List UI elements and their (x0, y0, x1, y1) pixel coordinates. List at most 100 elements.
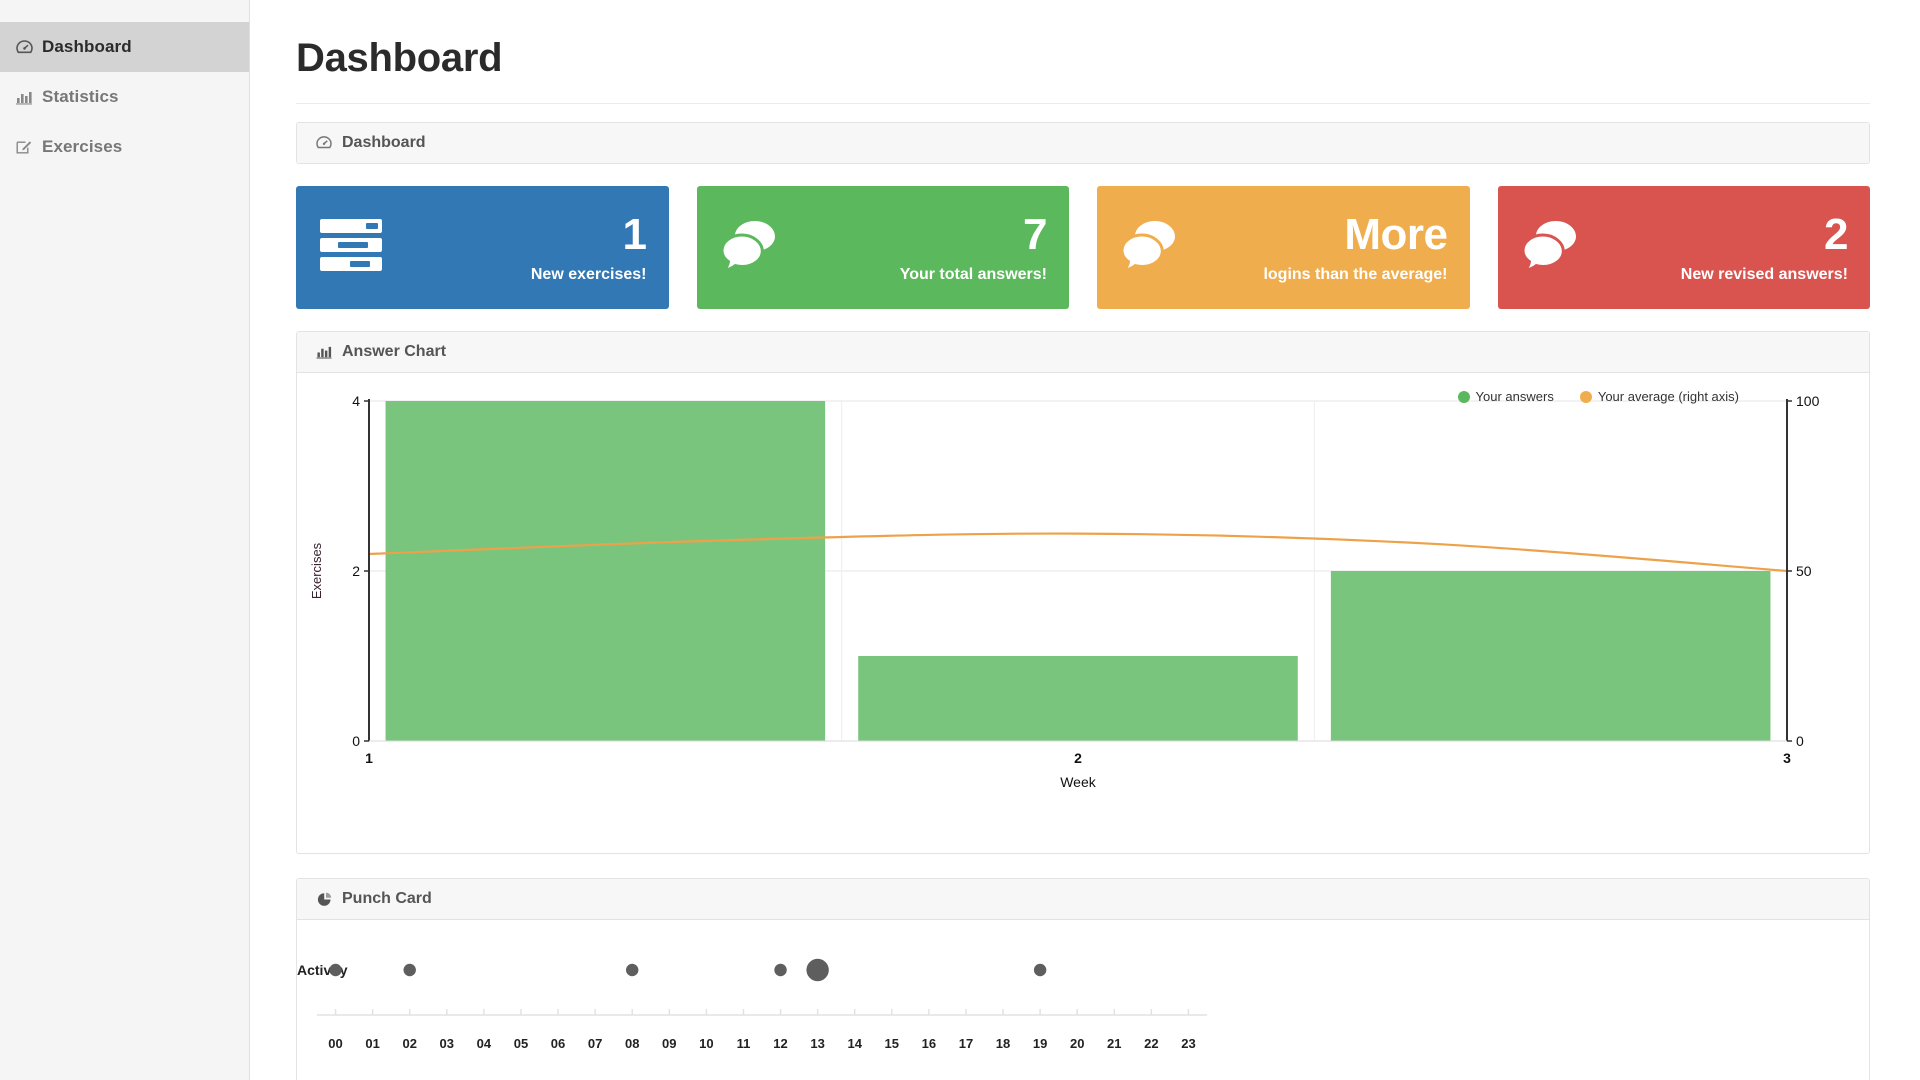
edit-icon (15, 139, 33, 155)
answer-chart-panel: Answer Chart Your answers Your average (… (296, 331, 1870, 854)
y-tick-label: 2 (352, 563, 360, 579)
stat-card-text: 7 Your total answers! (899, 209, 1048, 283)
punch-card-plot: Activity00 01 02 03 04 05 06 07 08 09 10 11 12 13 14 15… (297, 958, 1207, 1051)
punch-dot[interactable] (806, 958, 829, 982)
sidebar: Dashboard Statistics Exercises (0, 0, 250, 1080)
sidebar-item-exercises[interactable]: Exercises (0, 122, 249, 172)
sidebar-item-label: Exercises (42, 137, 123, 156)
punch-dot[interactable] (1033, 963, 1047, 977)
punch-hour-label: 00 (328, 1036, 342, 1051)
punch-card-panel: Punch Card Activity 00 01 02 03 04 05 06 07 08 09 1… (296, 878, 1870, 1080)
y2-tick-label: 100 (1796, 393, 1820, 409)
legend-label: Your answers (1475, 389, 1554, 404)
stat-card-new-exercises[interactable]: 1 New exercises! (296, 186, 669, 309)
main-content: Dashboard Dashboard 1 New exercises! 7 Y… (250, 0, 1920, 1080)
punch-hour-label: 14 (847, 1036, 862, 1051)
stat-card-text: 1 New exercises! (530, 209, 647, 283)
y2-tick-label: 0 (1796, 733, 1804, 749)
punch-hour-label: 01 (365, 1036, 379, 1051)
stat-cards: 1 New exercises! 7 Your total answers! M… (296, 186, 1870, 309)
punch-hour-label: 05 (514, 1036, 528, 1051)
punch-hour-label: 03 (440, 1036, 454, 1051)
sidebar-item-label: Dashboard (42, 37, 132, 56)
punch-card-body: Activity 00 01 02 03 04 05 06 07 08 09 10 11 12 13 14 15… (297, 920, 1869, 1080)
punch-card-header: Punch Card (297, 879, 1869, 920)
stat-card-value: More (1344, 209, 1448, 259)
chart-bar (385, 401, 826, 741)
legend-item-your-answers: Your answers (1457, 389, 1554, 404)
punch-hour-label: 07 (588, 1036, 602, 1051)
answer-chart-plot: 0 2 4 0 50 100 1 2 3 Week Exercises (309, 393, 1820, 790)
stat-card-label: Your total answers! (899, 265, 1047, 283)
punch-dot[interactable] (626, 963, 639, 977)
chart-bar (858, 656, 1298, 741)
x-tick-label: 3 (1783, 750, 1791, 766)
comments-icon (1519, 217, 1588, 278)
y2-tick-label: 50 (1796, 563, 1812, 579)
punch-hour-label: 17 (959, 1036, 973, 1051)
punch-dot[interactable] (774, 963, 787, 977)
punch-hour-label: 18 (996, 1036, 1010, 1051)
chart-bar (1330, 571, 1771, 741)
app-root: Dashboard Statistics Exercises Dashboard… (0, 0, 1920, 1080)
page-title: Dashboard (296, 36, 503, 80)
comments-icon (718, 217, 787, 278)
punch-hour-label: 22 (1144, 1036, 1158, 1051)
legend-item-your-average: Your average (right axis) (1579, 389, 1739, 404)
punch-hour-label: 16 (922, 1036, 936, 1051)
punch-hour-label: 20 (1070, 1036, 1084, 1051)
x-tick-label: 1 (365, 750, 373, 766)
comments-icon (1119, 217, 1187, 278)
punch-dot[interactable] (329, 963, 342, 977)
y-tick-label: 4 (352, 393, 360, 409)
punch-hour-label: 09 (662, 1036, 676, 1051)
stat-card-logins[interactable]: More logins than the average! (1097, 186, 1470, 309)
dashboard-icon (315, 135, 333, 151)
stat-card-value: 2 (1824, 209, 1848, 259)
chart-legend: Your answers Your average (right axis) (1457, 389, 1739, 404)
punch-hour-label: 19 (1033, 1036, 1047, 1051)
punch-hour-label: 11 (737, 1036, 751, 1051)
punch-hour-label: 13 (810, 1036, 824, 1051)
answer-chart-body: Your answers Your average (right axis) 0… (297, 373, 1869, 853)
breadcrumb-label: Dashboard (342, 134, 426, 151)
stat-card-label: New revised answers! (1680, 265, 1848, 283)
pie-chart-icon (315, 891, 333, 907)
bar-chart-icon (315, 344, 333, 360)
punch-hour-label: 06 (551, 1036, 565, 1051)
punch-hour-label: 10 (699, 1036, 713, 1051)
dashboard-icon (15, 39, 33, 55)
y-tick-label: 0 (352, 733, 360, 749)
x-tick-label: 2 (1074, 750, 1082, 766)
stat-card-label: logins than the average! (1263, 265, 1448, 283)
sidebar-item-statistics[interactable]: Statistics (0, 72, 249, 122)
x-axis-label: Week (1060, 774, 1097, 790)
punch-dot[interactable] (403, 963, 416, 977)
stat-card-total-answers[interactable]: 7 Your total answers! (696, 186, 1069, 309)
sidebar-item-label: Statistics (42, 87, 119, 106)
title-divider (296, 103, 1870, 104)
breadcrumb-panel: Dashboard (296, 122, 1870, 164)
legend-label: Your average (right axis) (1597, 389, 1739, 404)
punch-hour-label: 04 (477, 1036, 492, 1051)
tasks-icon (320, 217, 382, 278)
y-axis-label: Exercises (309, 542, 324, 599)
breadcrumb: Dashboard (297, 123, 1869, 163)
answer-chart-header: Answer Chart (297, 332, 1869, 373)
bar-chart-icon (15, 89, 33, 105)
stat-card-label: New exercises! (530, 265, 647, 283)
stat-card-text: 2 New revised answers! (1680, 209, 1849, 283)
punch-hour-label: 21 (1107, 1036, 1121, 1051)
stat-card-revised-answers[interactable]: 2 New revised answers! (1497, 186, 1870, 309)
sidebar-item-dashboard[interactable]: Dashboard (0, 22, 249, 72)
punch-card-title: Punch Card (342, 890, 432, 907)
punch-hour-label: 15 (885, 1036, 899, 1051)
stat-card-text: More logins than the average! (1263, 209, 1448, 283)
stat-card-value: 1 (622, 209, 647, 259)
answer-chart-title: Answer Chart (342, 343, 447, 360)
punch-hour-label: 12 (773, 1036, 787, 1051)
punch-hour-label: 08 (625, 1036, 639, 1051)
punch-hour-label: 02 (402, 1036, 416, 1051)
punch-hour-label: 23 (1181, 1036, 1195, 1051)
stat-card-value: 7 (1023, 209, 1047, 259)
